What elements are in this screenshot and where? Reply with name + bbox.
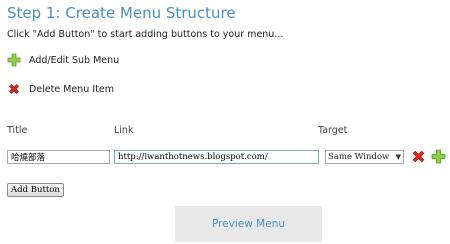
add-sub-menu-icon[interactable] [431,149,446,164]
chevron-down-icon: ▼ [395,153,401,161]
legend-delete-item: Delete Menu Item [7,82,114,96]
plus-icon [7,53,21,67]
legend-add-sub-menu: Add/Edit Sub Menu [7,53,119,67]
page-heading: Step 1: Create Menu Structure [7,4,236,22]
intro-text: Click "Add Button" to start adding butto… [7,29,284,40]
link-input[interactable] [114,150,319,164]
column-link-label: Link [114,125,134,136]
title-input[interactable] [7,150,110,164]
preview-menu-button[interactable]: Preview Menu [175,206,322,242]
legend-delete-label: Delete Menu Item [29,83,114,95]
legend-add-label: Add/Edit Sub Menu [29,54,120,66]
column-title-label: Title [7,125,28,136]
add-button[interactable]: Add Button [7,183,64,197]
target-select-value: Same Window [328,152,390,162]
column-target-label: Target [318,125,348,136]
delete-x-icon [7,82,21,96]
delete-row-icon[interactable] [411,149,426,164]
target-select[interactable]: Same Window ▼ [325,150,404,164]
